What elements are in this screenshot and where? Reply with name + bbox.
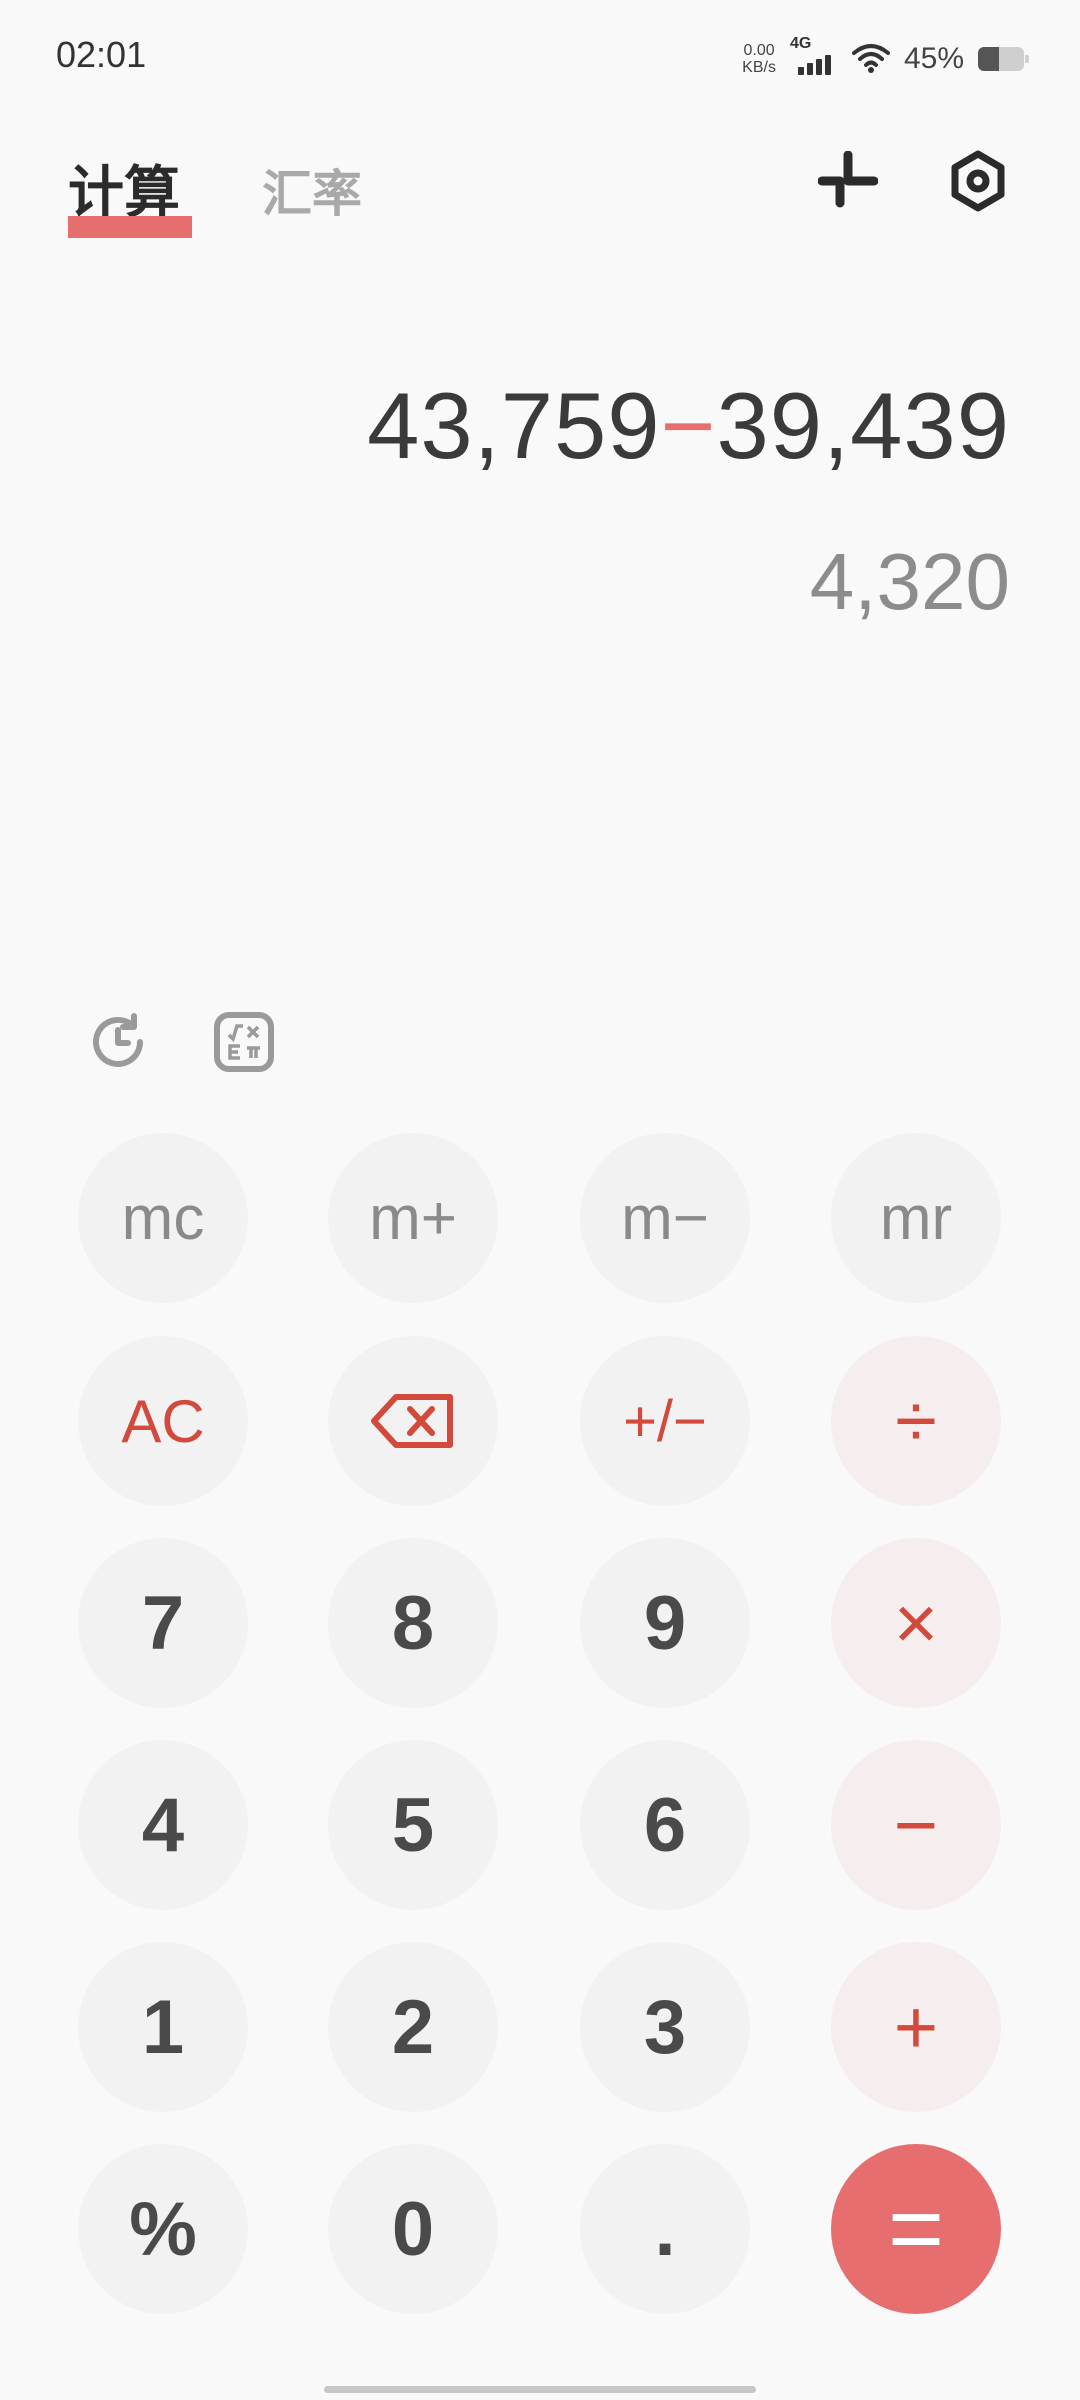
settings-icon[interactable] [942, 145, 1014, 217]
key-divide[interactable]: ÷ [831, 1336, 1001, 1506]
key-2[interactable]: 2 [328, 1942, 498, 2112]
network-speed-unit: KB/s [742, 59, 776, 76]
status-time: 02:01 [56, 34, 147, 75]
operand-1: 43,759 [367, 373, 661, 478]
key-memory-clear[interactable]: mc [78, 1133, 248, 1303]
key-toggle-sign-label: +/− [623, 1388, 707, 1454]
battery-icon [978, 47, 1029, 71]
key-backspace[interactable] [328, 1336, 498, 1506]
key-minus[interactable]: − [831, 1740, 1001, 1910]
tab-exchange-rate[interactable]: 汇率 [262, 154, 362, 226]
result-display: 4,320 [809, 537, 1010, 626]
key-5[interactable]: 5 [328, 1740, 498, 1910]
expression-display: 43,759−39,439 [367, 372, 1010, 480]
wifi-icon [851, 44, 890, 73]
battery-level-fill [978, 47, 999, 71]
collapse-icon[interactable] [812, 145, 884, 217]
key-memory-subtract[interactable]: m− [580, 1133, 750, 1303]
status-bar: 02:01 0.00 KB/s 4G 45% [0, 0, 1080, 120]
key-percent[interactable]: % [78, 2144, 248, 2314]
network-type: 4G [789, 35, 812, 52]
key-memory-add[interactable]: m+ [328, 1133, 498, 1303]
operand-2: 39,439 [716, 373, 1010, 478]
key-8[interactable]: 8 [328, 1538, 498, 1708]
network-speed: 0.00 KB/s [742, 42, 776, 76]
key-0[interactable]: 0 [328, 2144, 498, 2314]
key-4[interactable]: 4 [78, 1740, 248, 1910]
key-3[interactable]: 3 [580, 1942, 750, 2112]
key-7[interactable]: 7 [78, 1538, 248, 1708]
scientific-icon[interactable] [212, 1010, 276, 1074]
battery-percent: 45% [903, 42, 964, 75]
key-decimal[interactable]: . [580, 2144, 750, 2314]
backspace-icon [371, 1394, 453, 1448]
key-multiply[interactable]: × [831, 1538, 1001, 1708]
expression-operator: − [660, 373, 717, 478]
calculator-screen: 02:01 0.00 KB/s 4G 45% 计算 汇率 43,759−39,4… [0, 0, 1080, 2400]
key-1[interactable]: 1 [78, 1942, 248, 2112]
history-icon[interactable] [86, 1010, 150, 1074]
key-toggle-sign[interactable]: +/− [580, 1336, 750, 1506]
key-memory-recall[interactable]: mr [831, 1133, 1001, 1303]
status-indicators: 0.00 KB/s 4G 45% [742, 34, 1029, 84]
network-speed-value: 0.00 [743, 42, 775, 59]
key-all-clear[interactable]: AC [78, 1336, 248, 1506]
key-6[interactable]: 6 [580, 1740, 750, 1910]
home-indicator[interactable] [324, 2386, 756, 2393]
cellular-signal-icon: 4G [790, 35, 838, 79]
key-plus[interactable]: + [831, 1942, 1001, 2112]
key-equals[interactable]: = [831, 2144, 1001, 2314]
key-9[interactable]: 9 [580, 1538, 750, 1708]
active-tab-indicator [68, 216, 192, 238]
